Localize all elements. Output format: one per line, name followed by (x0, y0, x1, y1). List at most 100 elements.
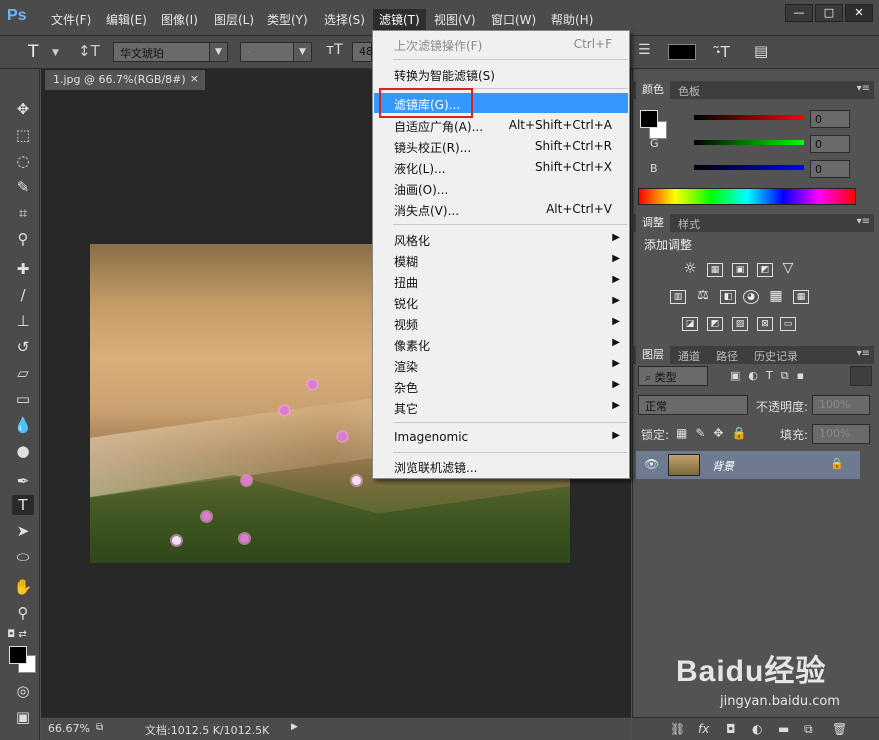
delete-layer-icon[interactable]: 🗑 (832, 722, 847, 736)
zoom-level[interactable]: 66.67% (48, 722, 90, 735)
panel-menu-icon[interactable]: ▾≡ (857, 83, 870, 94)
menu-item-liquify[interactable]: 液化(L)... Shift+Ctrl+X (374, 157, 628, 177)
menu-item-oil-paint[interactable]: 油画(O)... (374, 178, 628, 198)
brightness-icon[interactable]: ☼ (682, 261, 698, 276)
green-value-input[interactable]: 0 (810, 135, 850, 153)
status-arrow-icon[interactable]: ▶ (291, 722, 298, 732)
menu-item-sharpen[interactable]: 锐化 ▶ (374, 292, 628, 312)
tool-preset-chevron-icon[interactable]: ▼ (52, 48, 59, 58)
crop-tool-icon[interactable]: ⌗ (12, 203, 34, 223)
menu-item-vanishing-point[interactable]: 消失点(V)... Alt+Ctrl+V (374, 199, 628, 219)
color-balance-icon[interactable]: ⚖ (695, 289, 711, 304)
text-orientation-icon[interactable]: ↕T (78, 42, 100, 60)
eraser-tool-icon[interactable]: ▱ (12, 363, 34, 383)
exposure-icon[interactable]: ◩ (757, 263, 773, 277)
maximize-button[interactable]: □ (815, 4, 843, 22)
lasso-tool-icon[interactable]: ◌ (12, 151, 34, 171)
font-family-select[interactable]: 华文琥珀 ▼ (113, 42, 228, 62)
dodge-tool-icon[interactable]: ● (12, 441, 34, 461)
color-fg-swatch[interactable] (640, 110, 658, 128)
panel-menu-icon[interactable]: ▾≡ (857, 216, 870, 227)
red-value-input[interactable]: 0 (810, 110, 850, 128)
selective-color-icon[interactable]: ⊠ (757, 317, 773, 331)
document-tab[interactable]: 1.jpg @ 66.7%(RGB/8#) × (45, 70, 205, 90)
tab-history[interactable]: 历史记录 (748, 348, 804, 364)
menu-item-last-filter[interactable]: 上次滤镜操作(F) Ctrl+F (374, 34, 628, 54)
warp-text-icon[interactable]: ꞏ̃T (716, 42, 730, 62)
eyedropper-tool-icon[interactable]: ⚲ (12, 229, 34, 249)
brush-tool-icon[interactable]: ∕ (12, 285, 34, 305)
menu-item-smart-filter[interactable]: 转换为智能滤镜(S) (374, 64, 628, 84)
link-layers-icon[interactable]: ⛓ (670, 722, 685, 736)
healing-brush-tool-icon[interactable]: ✚ (12, 259, 34, 279)
pen-tool-icon[interactable]: ✒ (12, 471, 34, 491)
menu-item-stylize[interactable]: 风格化 ▶ (374, 229, 628, 249)
lock-icons[interactable]: ▦✎✥🔒 (676, 426, 754, 440)
menu-item-pixelate[interactable]: 像素化 ▶ (374, 334, 628, 354)
menu-image[interactable]: 图像(I) (161, 11, 198, 28)
menu-window[interactable]: 窗口(W) (491, 11, 536, 28)
minimize-button[interactable]: — (785, 4, 813, 22)
text-color-swatch[interactable] (668, 44, 696, 60)
stamp-tool-icon[interactable]: ⊥ (12, 311, 34, 331)
color-lookup-icon[interactable]: ▦ (793, 290, 809, 304)
menu-item-video[interactable]: 视频 ▶ (374, 313, 628, 333)
quick-select-tool-icon[interactable]: ✎ (12, 177, 34, 197)
gradient-tool-icon[interactable]: ▭ (12, 389, 34, 409)
black-white-icon[interactable]: ◧ (720, 290, 736, 304)
menu-item-browse-online[interactable]: 浏览联机滤镜... (374, 456, 628, 476)
threshold-icon[interactable]: ▨ (732, 317, 748, 331)
menu-item-other[interactable]: 其它 ▶ (374, 397, 628, 417)
invert-icon[interactable]: ◪ (682, 317, 698, 331)
new-layer-icon[interactable]: ⧉ (804, 722, 813, 737)
opacity-input[interactable]: 100% (812, 395, 870, 415)
screen-mode-icon[interactable]: ▣ (12, 707, 34, 727)
visibility-eye-icon[interactable]: 👁 (644, 457, 659, 471)
quick-mask-icon[interactable]: ◎ (12, 681, 34, 701)
menu-item-render[interactable]: 渲染 ▶ (374, 355, 628, 375)
menu-item-lens-correction[interactable]: 镜头校正(R)... Shift+Ctrl+R (374, 136, 628, 156)
menu-item-noise[interactable]: 杂色 ▶ (374, 376, 628, 396)
menu-item-adaptive-wide-angle[interactable]: 自适应广角(A)... Alt+Shift+Ctrl+A (374, 115, 628, 135)
blue-slider[interactable] (694, 165, 804, 170)
vibrance-icon[interactable]: ▽ (780, 261, 796, 276)
fill-input[interactable]: 100% (812, 424, 870, 444)
character-panel-icon[interactable]: ▤ (754, 42, 768, 60)
channel-mixer-icon[interactable]: ▦ (768, 289, 784, 304)
blur-tool-icon[interactable]: 💧 (12, 415, 34, 435)
hand-tool-icon[interactable]: ✋ (12, 577, 34, 597)
move-tool-icon[interactable]: ✥ (12, 99, 34, 119)
tab-adjustments[interactable]: 调整 (636, 214, 670, 232)
align-icon[interactable]: ☰ (638, 42, 651, 58)
tab-channels[interactable]: 通道 (672, 348, 706, 364)
menu-layer[interactable]: 图层(L) (214, 11, 254, 28)
color-spectrum-bar[interactable] (638, 188, 856, 205)
menu-file[interactable]: 文件(F) (51, 11, 91, 28)
menu-view[interactable]: 视图(V) (434, 11, 476, 28)
curves-icon[interactable]: ▣ (732, 263, 748, 277)
tab-paths[interactable]: 路径 (710, 348, 744, 364)
layer-filter-icons[interactable]: ▣◐T⧉▪ (730, 369, 812, 383)
panel-menu-icon[interactable]: ▾≡ (857, 348, 870, 359)
tab-swatches[interactable]: 色板 (672, 83, 706, 99)
status-icon[interactable]: ⧉ (96, 722, 103, 733)
gradient-map-icon[interactable]: ▭ (780, 317, 796, 331)
tab-styles[interactable]: 样式 (672, 216, 706, 232)
adjustment-layer-icon[interactable]: ◐ (752, 722, 762, 736)
default-colors-icon[interactable]: ◘ ⇄ (6, 625, 28, 645)
menu-type[interactable]: 类型(Y) (267, 11, 308, 28)
menu-edit[interactable]: 编辑(E) (106, 11, 147, 28)
fx-icon[interactable]: fx (698, 722, 709, 736)
tab-layers[interactable]: 图层 (636, 346, 670, 364)
font-size-input[interactable]: 48 (352, 42, 373, 62)
add-mask-icon[interactable]: ◘ (726, 722, 736, 736)
tab-color[interactable]: 颜色 (636, 81, 670, 99)
menu-item-blur[interactable]: 模糊 ▶ (374, 250, 628, 270)
layer-filter-select[interactable]: ⌕ 类型 (638, 366, 708, 386)
new-group-icon[interactable]: ▬ (778, 722, 789, 736)
path-select-tool-icon[interactable]: ➤ (12, 521, 34, 541)
red-slider[interactable] (694, 115, 804, 120)
blue-value-input[interactable]: 0 (810, 160, 850, 178)
blend-mode-select[interactable]: 正常 (638, 395, 748, 415)
type-tool-icon[interactable]: T (28, 42, 38, 62)
